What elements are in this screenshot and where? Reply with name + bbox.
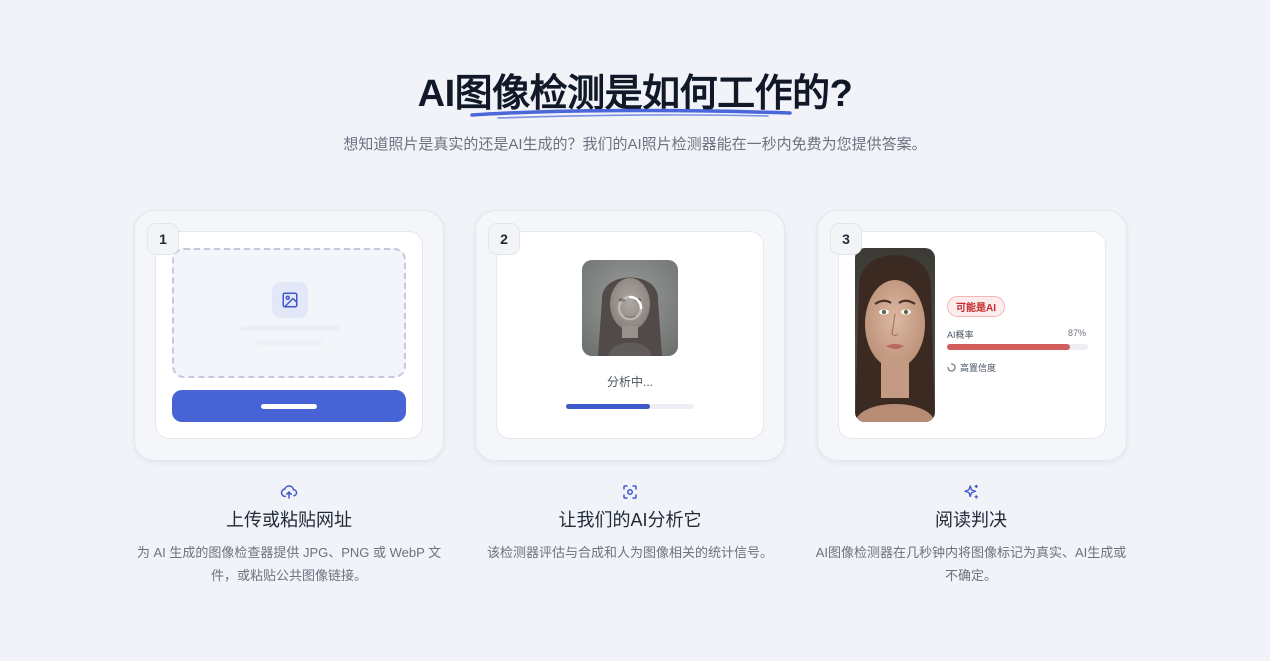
image-icon	[272, 282, 308, 318]
title-underline-decoration	[470, 108, 792, 119]
step-title: 让我们的AI分析它	[558, 510, 702, 530]
probability-value: 87%	[1068, 328, 1087, 338]
step-card-upload: 1	[134, 210, 444, 461]
sparkles-icon	[964, 484, 979, 499]
page-subtitle: 想知道照片是真实的还是AI生成的？我们的AI照片检测器能在一秒内免费为您提供答案…	[343, 136, 927, 153]
confidence-label: 高置信度	[960, 363, 997, 373]
progress-fill	[566, 404, 651, 409]
step-description: 为 AI 生成的图像检查器提供 JPG、PNG 或 WebP 文件，或粘贴公共图…	[136, 545, 442, 583]
confidence-spinner-icon	[947, 363, 956, 372]
step-description: AI图像检测器在几秒钟内将图像标记为真实、AI生成或不确定。	[815, 545, 1127, 583]
step-number: 1	[147, 223, 179, 255]
result-portrait-image	[855, 248, 935, 422]
analyzed-face-image	[582, 260, 678, 356]
upload-button[interactable]	[172, 390, 406, 422]
probability-bar	[947, 344, 1088, 350]
placeholder-line	[240, 326, 340, 331]
placeholder-line	[256, 340, 322, 345]
analysis-preview: 分析中...	[496, 231, 764, 439]
button-label-placeholder	[261, 404, 317, 409]
verdict-badge: 可能是AI	[947, 296, 1005, 317]
analysis-progress-bar	[566, 404, 694, 409]
upload-preview	[155, 231, 423, 439]
cloud-upload-icon	[280, 485, 298, 499]
step-description: 该检测器评估与合成和人为图像相关的统计信号。	[486, 545, 773, 560]
probability-label: AI概率	[947, 330, 974, 340]
step-number: 3	[830, 223, 862, 255]
step-title: 上传或粘贴网址	[226, 510, 352, 530]
step-number: 2	[488, 223, 520, 255]
step-card-verdict: 3 可能是AI AI概率 87% 高置信度	[817, 210, 1127, 461]
step-title: 阅读判决	[935, 510, 1007, 530]
probability-fill	[947, 344, 1070, 350]
confidence-indicator: 高置信度	[947, 361, 996, 374]
analysis-status: 分析中...	[606, 375, 653, 389]
scan-icon	[623, 485, 637, 499]
loading-spinner-icon	[617, 295, 643, 321]
verdict-preview: 可能是AI AI概率 87% 高置信度	[838, 231, 1106, 439]
step-card-analyze: 2 分析中...	[475, 210, 785, 461]
dropzone[interactable]	[172, 248, 406, 378]
